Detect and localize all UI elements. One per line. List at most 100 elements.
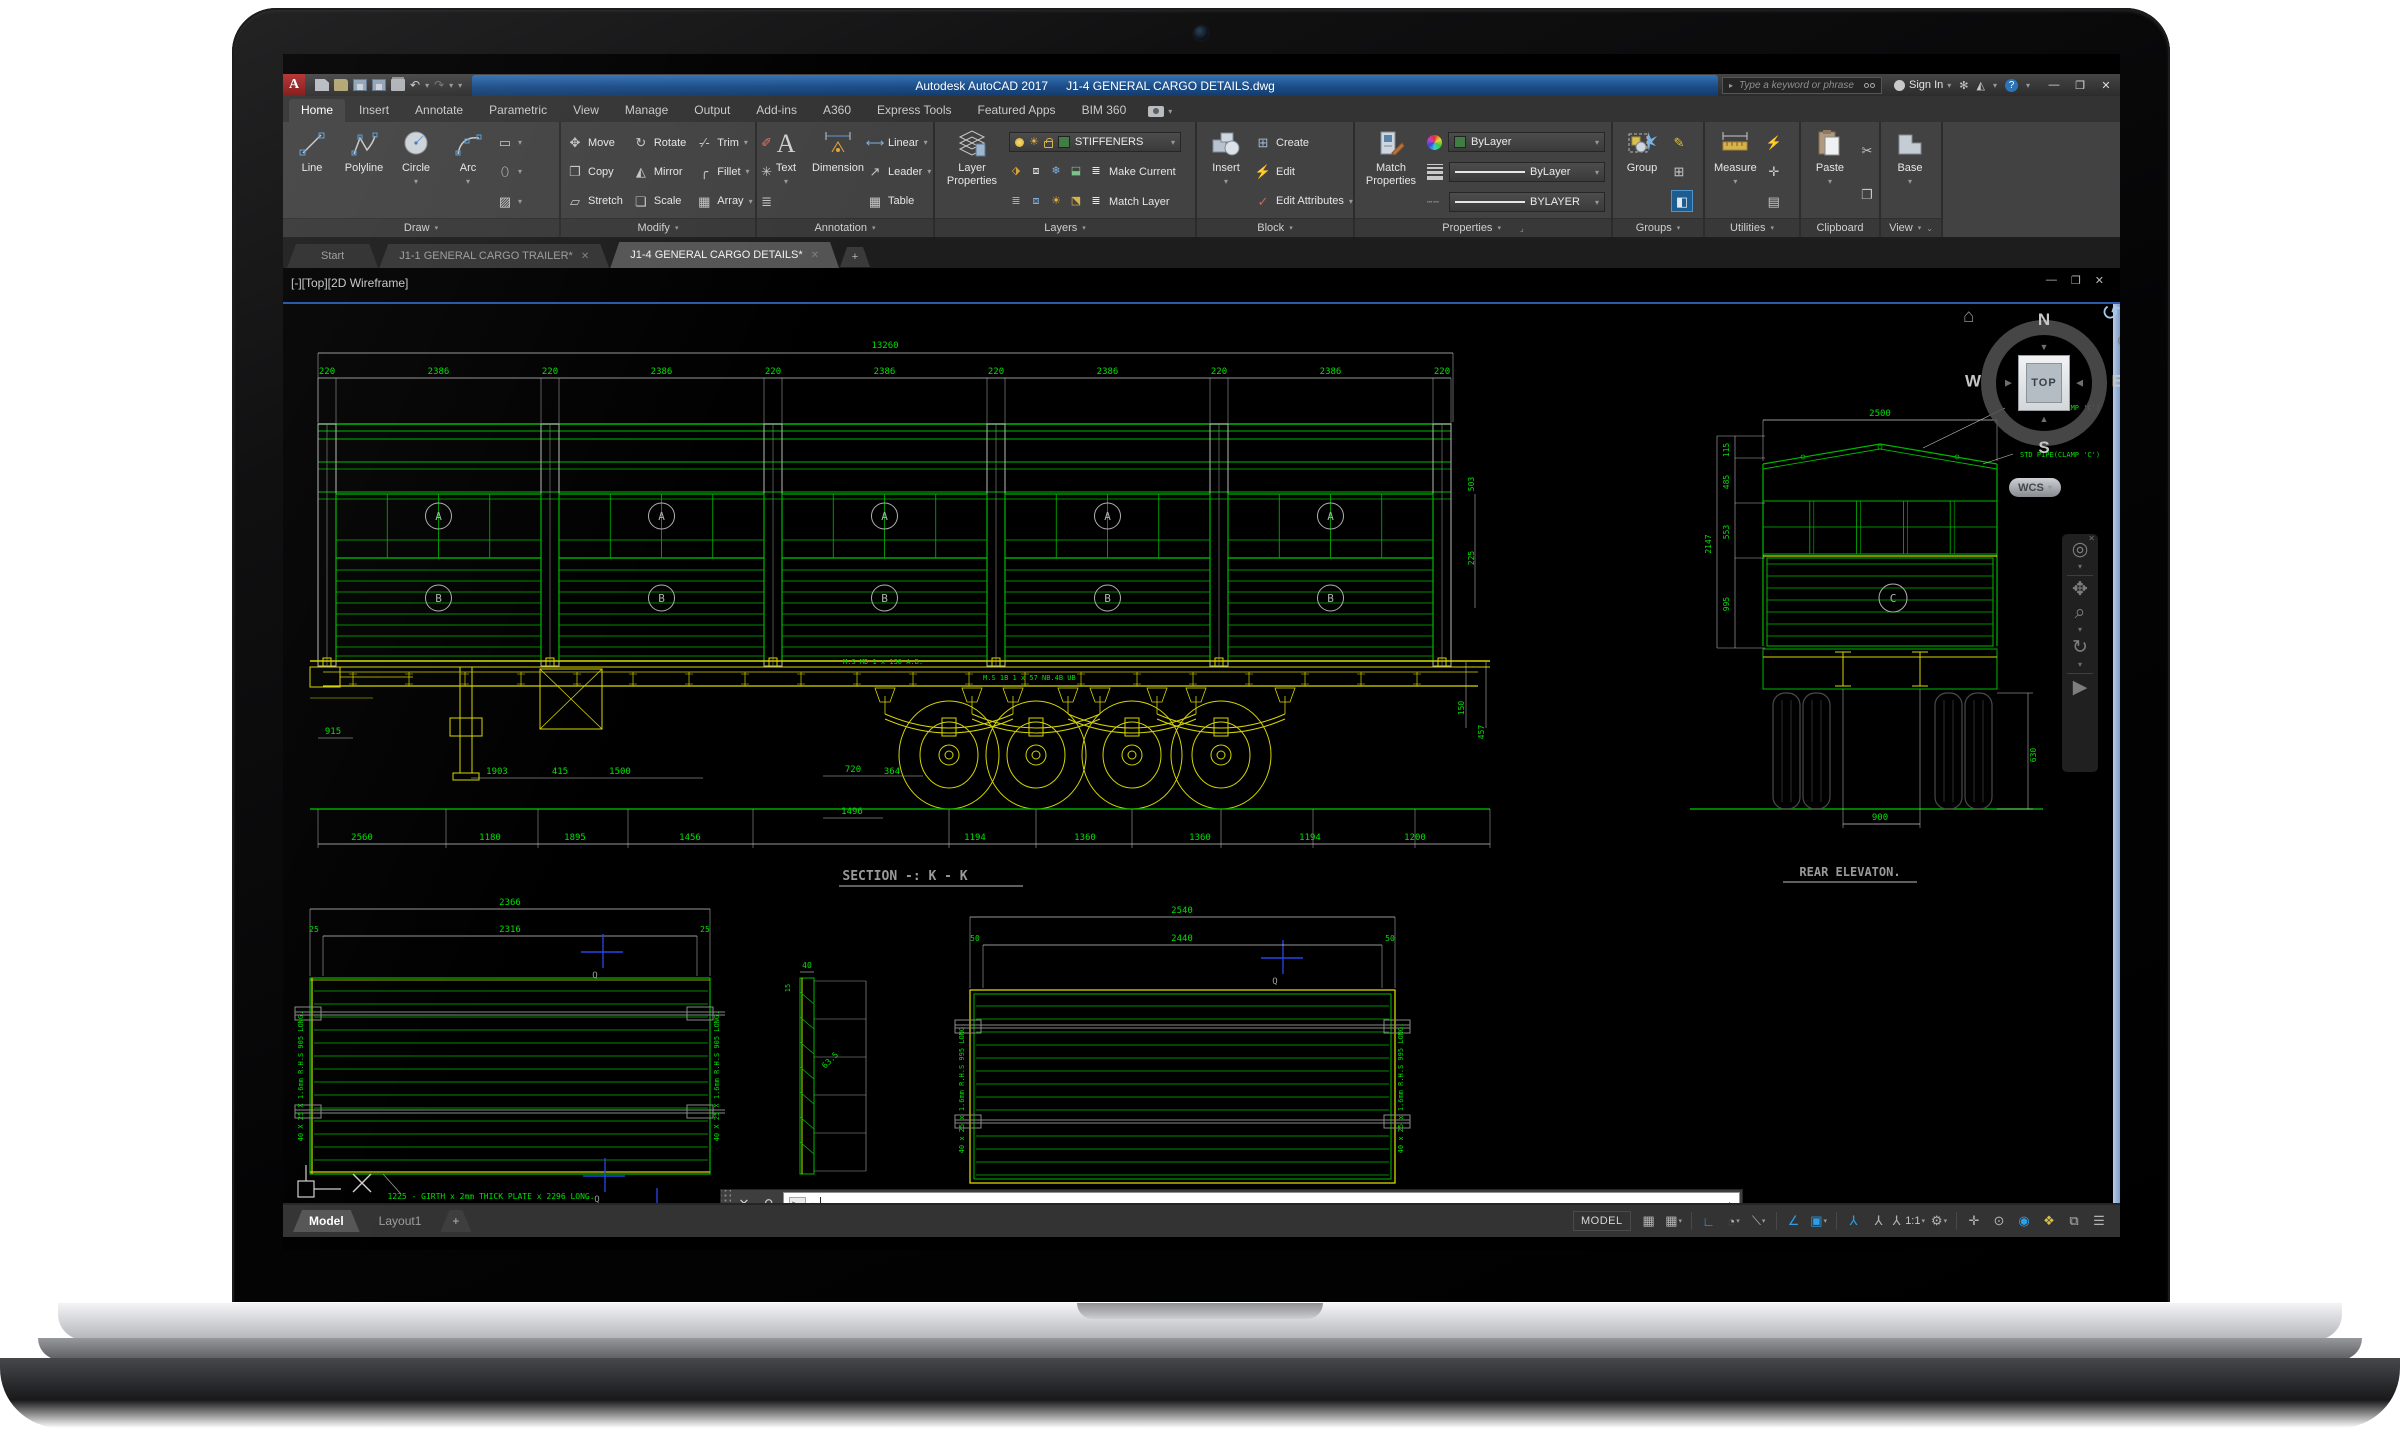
- exchange-apps-icon[interactable]: ✻: [1959, 79, 1968, 92]
- rectangle-tool[interactable]: ▭▾: [497, 132, 522, 154]
- match-layer-button[interactable]: Match Layer: [1109, 196, 1170, 208]
- panel-annotation-footer[interactable]: Annotation▾: [757, 218, 933, 237]
- navigation-wheel-icon[interactable]: ◎: [2072, 540, 2089, 559]
- panel-modify-footer[interactable]: Modify▾: [561, 218, 755, 237]
- plot-icon[interactable]: [391, 79, 405, 91]
- tab-express-tools[interactable]: Express Tools: [865, 99, 963, 122]
- tab-featured-apps[interactable]: Featured Apps: [966, 99, 1068, 122]
- tab-addins[interactable]: Add-ins: [744, 99, 809, 122]
- layer-lock-icon[interactable]: ⬓: [1069, 166, 1083, 177]
- help-dropdown-icon[interactable]: ▾: [2026, 81, 2030, 90]
- restore-button[interactable]: ❐: [2068, 76, 2092, 94]
- lineweight-icon[interactable]: [1427, 164, 1443, 180]
- viewport-controls-label[interactable]: [-][Top][2D Wireframe]: [291, 276, 408, 290]
- customization-menu[interactable]: ☰: [2088, 1210, 2110, 1232]
- zoom-caret-icon[interactable]: ▾: [2078, 626, 2082, 634]
- zoom-icon[interactable]: ⌕: [2075, 603, 2086, 622]
- showmotion-icon[interactable]: ▶: [2073, 678, 2088, 697]
- group-edit-tool[interactable]: ⊞: [1671, 161, 1693, 183]
- layer-properties-button[interactable]: Layer Properties: [941, 126, 1003, 218]
- tab-parametric[interactable]: Parametric: [477, 99, 559, 122]
- panel-utilities-footer[interactable]: Utilities▾: [1705, 218, 1799, 237]
- command-recent-icon[interactable]: ▾: [811, 1200, 815, 1204]
- scale-button[interactable]: ❏Scale: [633, 190, 686, 212]
- copy-button[interactable]: ❐Copy: [567, 161, 623, 183]
- measure-button[interactable]: Measure▾: [1711, 126, 1760, 218]
- stretch-button[interactable]: ▱Stretch: [567, 190, 623, 212]
- object-snap-toggle[interactable]: ▣▾: [1808, 1210, 1830, 1232]
- linear-dimension-tool[interactable]: ⟷Linear▾: [867, 132, 931, 154]
- grid-display-toggle[interactable]: ▦: [1638, 1210, 1660, 1232]
- leader-tool[interactable]: ↗Leader▾: [867, 161, 931, 183]
- panel-view-footer[interactable]: View▾⌄: [1881, 218, 1941, 237]
- save-as-icon[interactable]: [372, 79, 386, 91]
- doc-minimize-button[interactable]: —: [2046, 274, 2057, 287]
- layer-thaw-all-icon[interactable]: ☀: [1049, 196, 1063, 207]
- close-tab-icon[interactable]: ✕: [581, 251, 589, 262]
- model-space-toggle[interactable]: MODEL: [1573, 1211, 1631, 1231]
- window-title[interactable]: Autodesk AutoCAD 2017 J1-4 GENERAL CARGO…: [472, 75, 1718, 96]
- open-file-icon[interactable]: [334, 79, 348, 91]
- undo-icon[interactable]: ↶: [410, 79, 420, 91]
- panel-properties-footer[interactable]: Properties▾⌟: [1355, 218, 1611, 237]
- circle-button[interactable]: Circle▾: [393, 126, 439, 218]
- dimension-button[interactable]: Dimension: [815, 126, 861, 218]
- ribbon-display-toggle[interactable]: ▾: [1140, 106, 1180, 122]
- model-tab[interactable]: Model: [293, 1210, 360, 1232]
- panel-draw-footer[interactable]: Draw▾: [283, 218, 559, 237]
- quick-select-tool[interactable]: ⚡: [1766, 132, 1782, 154]
- autoscale-toggle[interactable]: ⅄: [1868, 1210, 1890, 1232]
- table-tool[interactable]: ▦Table: [867, 190, 931, 212]
- layer-isolate-icon[interactable]: ⧈: [1029, 166, 1043, 177]
- viewcube[interactable]: N S W E ▼ ▲ ▶ ◀ TOP ⌂ ↺ ↻ WCS▾ ▾: [1977, 316, 2111, 450]
- drawing-viewport[interactable]: 1326022023862202386220238622023862202386…: [283, 268, 2120, 1203]
- insert-block-button[interactable]: Insert▾: [1203, 126, 1249, 218]
- a360-connect-icon[interactable]: ◭: [1977, 79, 1985, 92]
- crosshair-annotation-monitor[interactable]: ✛: [1963, 1210, 1985, 1232]
- move-button[interactable]: ✥Move: [567, 132, 623, 154]
- layer-freeze-icon[interactable]: ❄: [1049, 166, 1063, 177]
- hardware-acceleration-toggle[interactable]: ◉: [2013, 1210, 2035, 1232]
- navbar-close-icon[interactable]: ✕: [2088, 535, 2095, 543]
- navigation-bar[interactable]: ✕ ◎ ▾ ✥ ⌕ ▾ ↻ ▾ ▶: [2062, 534, 2098, 772]
- viewcube-south[interactable]: S: [2038, 438, 2049, 458]
- viewcube-arrow-down-icon[interactable]: ▲: [2040, 414, 2049, 424]
- edit-block-button[interactable]: ⚡Edit: [1255, 161, 1353, 183]
- make-current-icon[interactable]: ≣: [1089, 166, 1103, 177]
- tab-output[interactable]: Output: [682, 99, 742, 122]
- trim-button[interactable]: -∕-Trim▾: [696, 132, 752, 154]
- layer-off-icon[interactable]: ⬗: [1009, 166, 1023, 177]
- qat-customize-icon[interactable]: ▾: [458, 81, 462, 90]
- object-color-dropdown[interactable]: ByLayer▾: [1448, 132, 1605, 152]
- linetype-icon[interactable]: ┄┄: [1427, 197, 1443, 208]
- mirror-button[interactable]: ◭Mirror: [633, 161, 686, 183]
- viewcube-arrow-left-icon[interactable]: ▶: [2005, 378, 2012, 389]
- clean-screen-toggle[interactable]: ⧉: [2063, 1210, 2085, 1232]
- autocad-logo-menu[interactable]: A: [283, 74, 305, 96]
- tab-bim360[interactable]: BIM 360: [1070, 99, 1139, 122]
- navbar-caret-icon[interactable]: ▾: [2078, 563, 2082, 571]
- viewcube-west[interactable]: W: [1965, 371, 1981, 391]
- base-view-button[interactable]: Base▾: [1887, 126, 1933, 218]
- tab-home[interactable]: Home: [289, 99, 345, 122]
- layout1-tab[interactable]: Layout1: [363, 1210, 438, 1232]
- drawing-area[interactable]: [-][Top][2D Wireframe] — ❐ ✕ 13260220238…: [283, 268, 2120, 1203]
- panel-layers-footer[interactable]: Layers▾: [935, 218, 1195, 237]
- new-drawing-tab-button[interactable]: +: [840, 247, 870, 267]
- tab-annotate[interactable]: Annotate: [403, 99, 475, 122]
- viewcube-east[interactable]: E: [2112, 371, 2120, 391]
- viewcube-arrow-right-icon[interactable]: ◀: [2076, 378, 2083, 389]
- ellipse-tool[interactable]: ⬯▾: [497, 161, 522, 183]
- object-snap-tracking-toggle[interactable]: ∠: [1783, 1210, 1805, 1232]
- help-icon[interactable]: ?: [2005, 79, 2018, 92]
- tab-manage[interactable]: Manage: [613, 99, 680, 122]
- lineweight-dropdown[interactable]: ByLayer▾: [1449, 162, 1605, 182]
- ortho-mode-toggle[interactable]: ∟: [1698, 1210, 1720, 1232]
- ungroup-tool[interactable]: ✎: [1671, 132, 1693, 154]
- command-input[interactable]: >_ ▾ ▲: [783, 1192, 1740, 1203]
- command-line[interactable]: ✕ ⚲ >_ ▾ ▲: [720, 1189, 1743, 1203]
- annotation-visibility-toggle[interactable]: ⅄: [1843, 1210, 1865, 1232]
- edit-attributes-button[interactable]: ✓Edit Attributes▾: [1255, 190, 1353, 212]
- panel-block-footer[interactable]: Block▾: [1197, 218, 1353, 237]
- redo-icon[interactable]: ↷: [434, 79, 444, 91]
